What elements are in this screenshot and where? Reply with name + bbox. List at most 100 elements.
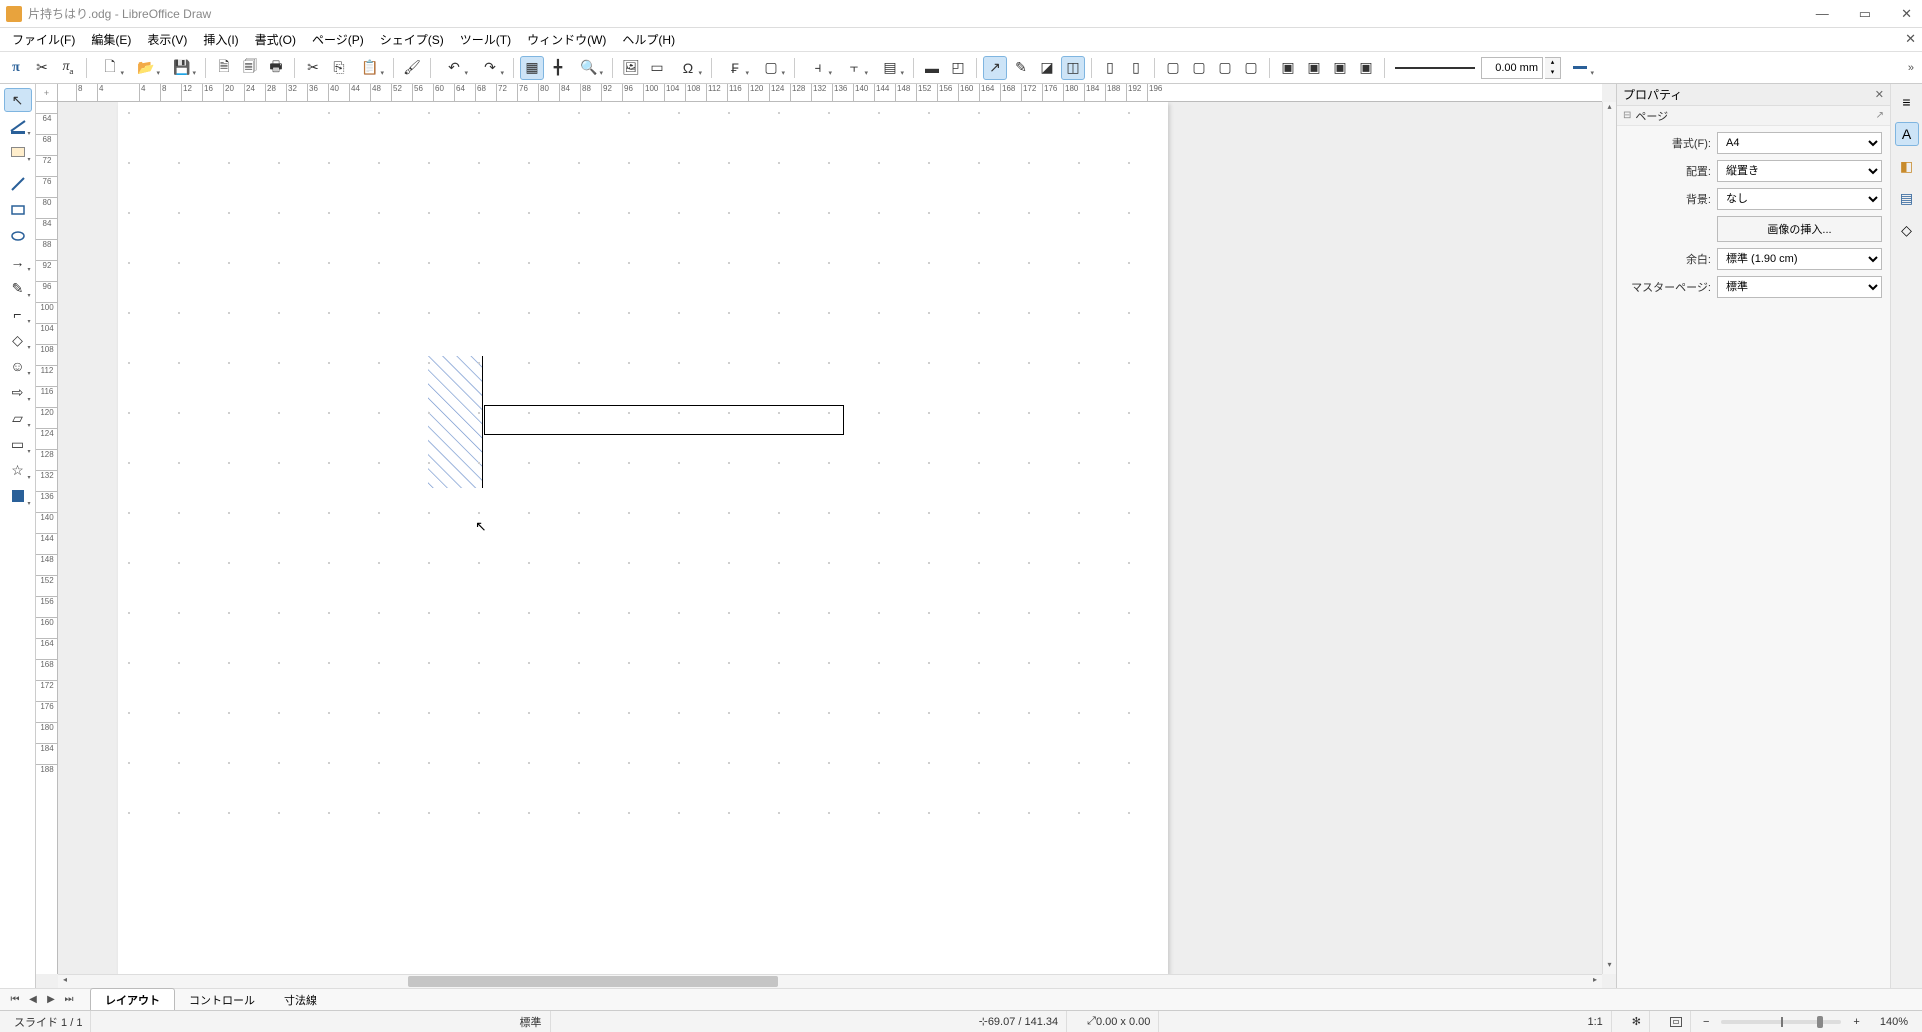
insert-textbox-icon[interactable]: ▭ [645,56,669,80]
line-color-button[interactable] [1563,56,1597,80]
wall-edge-line[interactable] [482,356,483,488]
cut-icon[interactable]: ✂ [301,56,325,80]
zoom-in-icon[interactable]: + [1853,1016,1859,1028]
menu-page[interactable]: ページ(P) [304,28,372,51]
position1-icon[interactable]: ▢ [1161,56,1185,80]
page-margin-select[interactable]: 標準 (1.90 cm) [1717,248,1882,270]
connector-tool-icon[interactable]: ⌐ [4,302,32,326]
fontwork-button[interactable]: ₣ [718,56,752,80]
menu-edit[interactable]: 編集(E) [83,28,139,51]
menu-tools[interactable]: ツール(T) [452,28,519,51]
horizontal-ruler[interactable]: 8448121620242832364044485256606468727680… [58,84,1602,102]
status-fit-icon[interactable] [1662,1011,1691,1032]
zoom-out-icon[interactable]: − [1703,1016,1709,1028]
symbol-shapes-icon[interactable]: ☺ [4,354,32,378]
menu-insert[interactable]: 挿入(I) [195,28,246,51]
new-document-button[interactable]: 🗋 [93,56,127,80]
position2-icon[interactable]: ▢ [1187,56,1211,80]
close-button[interactable]: ✕ [1897,6,1916,22]
menu-view[interactable]: 表示(V) [139,28,195,51]
group3-icon[interactable]: ▣ [1328,56,1352,80]
zoom-slider[interactable] [1721,1020,1841,1024]
rectangle-tool-icon[interactable] [4,198,32,222]
line-width-input[interactable] [1481,57,1543,79]
snap-guides-icon[interactable]: ╋ [546,56,570,80]
clone-format-icon[interactable]: 🖌 [400,56,424,80]
horizontal-scrollbar[interactable]: ◂ ▸ [58,974,1602,988]
fill-color-tool-icon[interactable] [4,140,32,164]
distribute2-icon[interactable]: ▯ [1124,56,1148,80]
insert-image-button[interactable]: 画像の挿入... [1717,216,1882,242]
menu-help[interactable]: ヘルプ(H) [614,28,683,51]
line-width-spinner[interactable]: ▴▾ [1545,57,1561,79]
line-tool-icon[interactable] [4,172,32,196]
minimize-button[interactable]: — [1812,6,1833,22]
page-orientation-select[interactable]: 縦置き [1717,160,1882,182]
cantilever-beam-shape[interactable] [484,405,844,435]
star-shapes-icon[interactable]: ☆ [4,458,32,482]
arrow-shapes-icon[interactable]: ⇨ [4,380,32,404]
tab-nav-last-icon[interactable]: ⏭ [60,994,78,1005]
export-pdf-icon[interactable]: 🗎 [212,56,236,80]
page-format-select[interactable]: A4 [1717,132,1882,154]
tab-nav-first-icon[interactable]: ⏮ [6,994,24,1005]
arrange-button[interactable]: ▤ [873,56,907,80]
redo-button[interactable]: ↷ [473,56,507,80]
cut-formula-icon[interactable]: ✂ [30,56,54,80]
position4-icon[interactable]: ▢ [1239,56,1263,80]
menu-file[interactable]: ファイル(F) [4,28,83,51]
flowchart-shapes-icon[interactable]: ▱ [4,406,32,430]
close-document-icon[interactable]: ✕ [1905,31,1916,47]
vertical-scrollbar[interactable]: ▴ ▾ [1602,102,1616,974]
insert-hyperlink-button[interactable]: ▢ [754,56,788,80]
tab-nav-prev-icon[interactable]: ◀ [24,994,42,1005]
toolbar-overflow-icon[interactable]: » [1904,62,1918,74]
vertical-ruler[interactable]: 6468727680848892961001041081121161201241… [36,102,58,974]
sidebar-close-icon[interactable]: ✕ [1875,88,1884,101]
sidebar-tab-gallery-icon[interactable]: ▤ [1895,186,1919,210]
formula-text-icon[interactable]: πa [56,56,80,80]
curve-tool-icon[interactable]: ✎ [4,276,32,300]
ruler-origin[interactable]: + [36,84,58,102]
special-char-button[interactable]: Ω [671,56,705,80]
status-scale[interactable]: 1:1 [1579,1011,1611,1032]
crop-icon[interactable]: ◰ [946,56,970,80]
line-color-tool-icon[interactable] [4,114,32,138]
copy-icon[interactable]: ⎘ [327,56,351,80]
status-unsaved-icon[interactable]: ✻ [1624,1011,1650,1032]
export-direct-icon[interactable]: 🗐 [238,56,262,80]
status-zoom-value[interactable]: 140% [1872,1011,1916,1032]
grid-visible-icon[interactable]: ▦ [520,56,544,80]
drawing-page[interactable]: ↖ [118,102,1168,974]
position3-icon[interactable]: ▢ [1213,56,1237,80]
line-style-preview[interactable] [1395,67,1475,69]
undo-button[interactable]: ↶ [437,56,471,80]
menu-window[interactable]: ウィンドウ(W) [519,28,614,51]
sidebar-tab-shapes-icon[interactable]: ◧ [1895,154,1919,178]
save-document-button[interactable]: 💾 [165,56,199,80]
page-master-select[interactable]: 標準 [1717,276,1882,298]
paste-button[interactable]: 📋 [353,56,387,80]
align-left-button[interactable]: ⫞ [801,56,835,80]
layer-tab-controls[interactable]: コントロール [175,989,270,1011]
toggle-draw-icon[interactable]: ◫ [1061,56,1085,80]
distribute1-icon[interactable]: ▯ [1098,56,1122,80]
shadow-icon[interactable]: ▬ [920,56,944,80]
wall-hatching-shape[interactable] [428,356,482,488]
callout-shapes-icon[interactable]: ▭ [4,432,32,456]
sidebar-section-page[interactable]: ページ ↗ [1617,106,1890,126]
sidebar-tab-navigator-icon[interactable]: ◇ [1895,218,1919,242]
tab-nav-next-icon[interactable]: ▶ [42,994,60,1005]
sidebar-tab-properties-icon[interactable]: A [1895,122,1919,146]
zoom-button[interactable]: 🔍 [572,56,606,80]
arrow-tool-icon[interactable]: → [4,250,32,274]
layer-tab-dimlines[interactable]: 寸法線 [270,989,332,1011]
3d-shapes-icon[interactable] [4,484,32,508]
print-icon[interactable]: 🖶 [264,56,288,80]
group2-icon[interactable]: ▣ [1302,56,1326,80]
glue-points-icon[interactable]: ✎ [1009,56,1033,80]
menu-format[interactable]: 書式(O) [247,28,304,51]
page-background-select[interactable]: なし [1717,188,1882,210]
group1-icon[interactable]: ▣ [1276,56,1300,80]
layer-tab-layout[interactable]: レイアウト [90,988,175,1012]
